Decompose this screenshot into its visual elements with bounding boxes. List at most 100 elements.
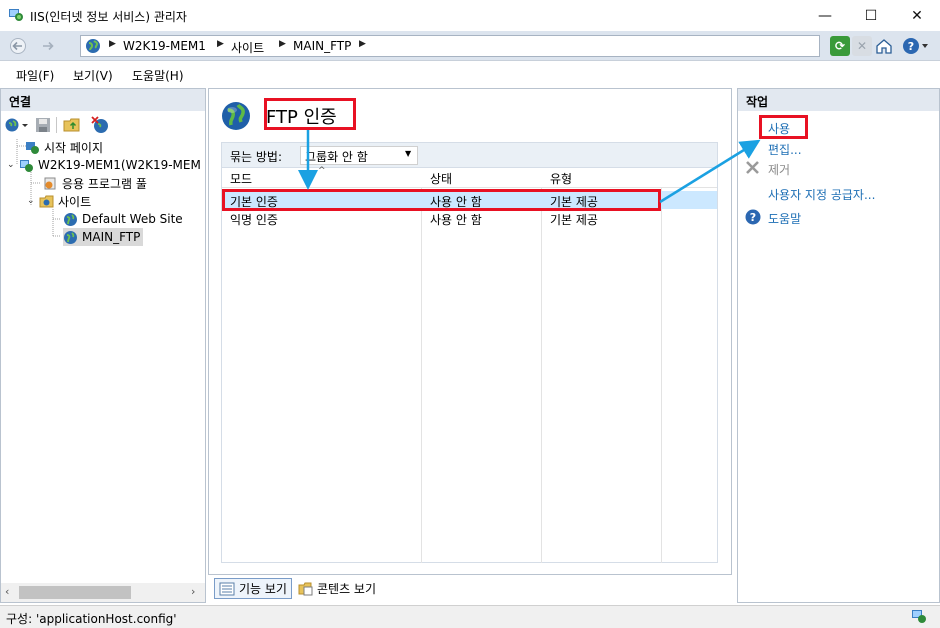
- breadcrumb-server[interactable]: W2K19-MEM1: [123, 39, 206, 53]
- svg-text:?: ?: [908, 40, 914, 53]
- tab-features-view[interactable]: 기능 보기: [214, 578, 292, 599]
- window-title: IIS(인터넷 정보 서비스) 관리자: [30, 10, 187, 24]
- disconnect-icon[interactable]: [91, 116, 109, 134]
- group-by-dropdown[interactable]: 그룹화 안 함 ▼: [300, 146, 418, 165]
- tree-item-default-web-site[interactable]: Default Web Site: [63, 210, 183, 228]
- refresh-icon[interactable]: ⟳: [830, 36, 850, 56]
- minimize-button[interactable]: —: [802, 0, 848, 31]
- tree-item-label: MAIN_FTP: [82, 230, 141, 244]
- menu-help[interactable]: 도움말(H): [132, 67, 184, 84]
- connections-tree: 시작 페이지 ⌄ W2K19-MEM1(W2K19-MEM 응용 프로그램 풀 …: [1, 139, 205, 299]
- tree-item-label: 사이트: [58, 194, 92, 209]
- cell-type: 기본 제공: [550, 213, 598, 227]
- horizontal-scrollbar[interactable]: ‹ ›: [1, 583, 205, 602]
- column-divider: [541, 168, 542, 563]
- stop-icon[interactable]: ✕: [852, 36, 872, 56]
- breadcrumb-arrow-icon: ▶: [279, 39, 286, 49]
- save-icon[interactable]: [35, 117, 51, 133]
- maximize-button[interactable]: ☐: [848, 0, 894, 31]
- column-header-status[interactable]: 상태: [430, 170, 452, 188]
- toolbar-divider: [56, 117, 57, 133]
- tree-item-label: W2K19-MEM1(W2K19-MEM: [38, 158, 201, 172]
- cell-mode: 익명 인증: [230, 213, 278, 227]
- connections-header: 연결: [1, 89, 205, 111]
- column-header-type[interactable]: 유형: [550, 170, 572, 188]
- close-button[interactable]: ✕: [894, 0, 940, 31]
- group-by-value: 그룹화 안 함: [305, 150, 368, 164]
- column-divider: [421, 168, 422, 563]
- menu-view[interactable]: 보기(V): [73, 67, 113, 84]
- cell-status: 사용 안 함: [430, 213, 482, 227]
- menu-file[interactable]: 파일(F): [16, 67, 54, 84]
- breadcrumb-arrow-icon: ▶: [109, 39, 116, 49]
- tab-content-view[interactable]: 콘텐츠 보기: [294, 578, 380, 599]
- action-enable[interactable]: 사용: [768, 120, 790, 137]
- status-text: 구성: 'applicationHost.config': [6, 612, 177, 626]
- action-custom-providers[interactable]: 사용자 지정 공급자...: [768, 186, 875, 203]
- tree-item-app-pools[interactable]: 응용 프로그램 풀: [43, 174, 147, 192]
- actions-pane: 작업 사용 편집... 제거 사용자 지정 공급자... ? 도움말: [737, 88, 940, 603]
- tree-item-start-page[interactable]: 시작 페이지: [25, 138, 103, 156]
- breadcrumb-arrow-icon: ▶: [217, 39, 224, 49]
- group-by-label: 묶는 방법:: [230, 150, 283, 164]
- home-icon[interactable]: [874, 36, 894, 56]
- help-icon: ?: [745, 209, 761, 225]
- features-view-icon: [219, 582, 235, 595]
- tree-item-main-ftp[interactable]: MAIN_FTP: [63, 228, 144, 246]
- sites-folder-icon: [39, 195, 54, 207]
- connections-pane: 연결 시작 페이지 ⌄ W2K19-MEM1(W2K19-MEM 응용 프로그램…: [0, 88, 206, 603]
- page-title: FTP 인증: [266, 107, 337, 128]
- action-help[interactable]: 도움말: [768, 210, 801, 227]
- list-header: 모드 ^ 상태 유형: [222, 166, 717, 188]
- navigation-bar: ▶ W2K19-MEM1 ▶ 사이트 ▶ MAIN_FTP ▶ ⟳ ✕ ?: [0, 31, 940, 61]
- ftp-globe-icon: [222, 102, 250, 130]
- action-edit[interactable]: 편집...: [768, 141, 802, 158]
- breadcrumb-sites[interactable]: 사이트: [231, 39, 264, 56]
- status-bar: 구성: 'applicationHost.config': [0, 605, 940, 628]
- view-tabs: 기능 보기 콘텐츠 보기: [208, 575, 732, 603]
- chevron-down-icon[interactable]: ⌄: [7, 160, 19, 170]
- row-annotation-box: [222, 189, 661, 211]
- help-menu-icon[interactable]: ?: [902, 36, 932, 56]
- group-by-bar: 묶는 방법: 그룹화 안 함 ▼: [221, 142, 718, 168]
- scroll-left-icon[interactable]: ‹: [5, 585, 9, 598]
- tree-item-label: Default Web Site: [82, 212, 183, 226]
- scroll-right-icon[interactable]: ›: [191, 585, 195, 598]
- tab-label: 콘텐츠 보기: [317, 582, 377, 596]
- website-globe-icon: [64, 230, 77, 244]
- server-icon: [20, 159, 33, 172]
- start-page-icon: [26, 141, 39, 154]
- back-button[interactable]: [4, 35, 32, 57]
- app-pool-icon: [44, 177, 56, 189]
- chevron-down-icon[interactable]: ⌄: [27, 196, 39, 206]
- column-header-mode[interactable]: 모드: [230, 170, 252, 188]
- tree-item-server[interactable]: ⌄ W2K19-MEM1(W2K19-MEM: [7, 156, 201, 174]
- action-remove[interactable]: 제거: [768, 161, 790, 178]
- scrollbar-thumb[interactable]: [19, 586, 131, 599]
- breadcrumb-main-ftp[interactable]: MAIN_FTP: [293, 39, 351, 53]
- globe-icon: [86, 39, 100, 53]
- tab-label: 기능 보기: [239, 582, 287, 596]
- remove-icon: [746, 161, 759, 174]
- up-folder-icon[interactable]: [63, 116, 81, 133]
- forward-arrow-icon: [43, 41, 54, 51]
- table-row[interactable]: 익명 인증 사용 안 함 기본 제공: [222, 209, 717, 227]
- website-globe-icon: [64, 212, 77, 226]
- feature-pane: FTP 인증 묶는 방법: 그룹화 안 함 ▼ 모드 ^ 상태 유형 기본 인증…: [208, 88, 732, 575]
- menu-bar: 파일(F) 보기(V) 도움말(H): [0, 62, 940, 88]
- tree-item-label: 시작 페이지: [44, 140, 104, 155]
- actions-header: 작업: [738, 89, 939, 111]
- breadcrumb-arrow-icon: ▶: [359, 39, 366, 49]
- forward-button[interactable]: [34, 35, 62, 57]
- connect-icon[interactable]: [5, 117, 29, 133]
- dropdown-arrow-icon: ▼: [405, 149, 412, 158]
- auth-list: 모드 ^ 상태 유형 기본 인증 사용 안 함 기본 제공 익명 인증 사용 안…: [221, 166, 718, 563]
- back-arrow-icon: [10, 38, 26, 54]
- title-bar: IIS(인터넷 정보 서비스) 관리자 — ☐ ✕: [0, 0, 940, 31]
- address-bar[interactable]: ▶ W2K19-MEM1 ▶ 사이트 ▶ MAIN_FTP ▶: [80, 35, 820, 57]
- connections-toolbar: [1, 113, 205, 137]
- content-view-icon: [298, 582, 313, 596]
- tree-item-label: 응용 프로그램 풀: [62, 176, 147, 191]
- feature-content: FTP 인증 묶는 방법: 그룹화 안 함 ▼ 모드 ^ 상태 유형 기본 인증…: [209, 89, 731, 574]
- tree-item-sites[interactable]: ⌄ 사이트: [27, 192, 91, 210]
